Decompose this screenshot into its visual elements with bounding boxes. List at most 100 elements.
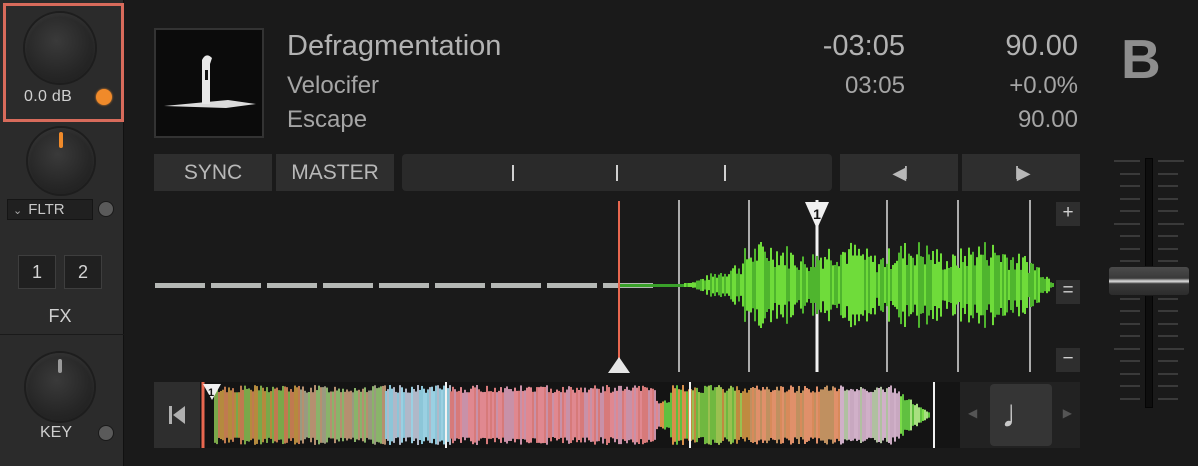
waveform-bar (1036, 267, 1038, 303)
sync-button[interactable]: SYNC (154, 154, 272, 191)
overview-bar (902, 394, 904, 436)
waveform-bar (1026, 262, 1028, 308)
overview-bar (562, 386, 564, 444)
overview-bar (846, 389, 848, 441)
overview-bar (498, 390, 500, 440)
overview-bar (496, 392, 498, 438)
fader-tick (1158, 297, 1178, 300)
fader-handle[interactable] (1108, 266, 1190, 296)
fx-unit-1-button[interactable]: 1 (18, 255, 56, 289)
waveform-bar (826, 259, 828, 311)
waveform-bar (726, 276, 728, 294)
overview-bar (460, 387, 462, 443)
overview-bar (332, 391, 334, 439)
filter-on-button[interactable] (98, 201, 114, 217)
stripe-waveform[interactable]: 1 (154, 197, 1054, 375)
overview-bar (302, 386, 304, 444)
waveform-bar (1052, 283, 1054, 287)
overview-bar (320, 387, 322, 443)
waveform-bar (998, 255, 1000, 315)
cue-slot-button[interactable]: ♩ (990, 384, 1052, 446)
waveform-bar (936, 249, 938, 321)
overview-bar (726, 390, 728, 440)
overview-bar (824, 387, 826, 443)
fader-tick (1158, 260, 1178, 262)
chevron-left-icon[interactable]: ◀ (968, 406, 977, 420)
overview-bar (644, 387, 646, 443)
gain-knob[interactable] (25, 13, 95, 83)
track-overview[interactable]: 1 (200, 382, 960, 448)
tempo-fader[interactable] (1108, 150, 1190, 420)
overview-bar (890, 385, 892, 445)
filter-select[interactable]: ⌄ FLTR (7, 199, 93, 220)
overview-bar (854, 391, 856, 439)
fader-tick (1158, 385, 1178, 387)
waveform-bar (876, 272, 878, 298)
overview-bar (488, 391, 490, 439)
zoom-in-button[interactable]: + (1056, 202, 1080, 226)
jump-to-start-button[interactable] (154, 382, 200, 448)
overview-bar (908, 399, 910, 431)
zoom-out-button[interactable]: − (1056, 348, 1080, 372)
overview-bar (862, 388, 864, 442)
overview-bar (564, 392, 566, 438)
waveform-bar (860, 255, 862, 315)
overview-bar (292, 391, 294, 439)
time-remaining[interactable]: -03:05 (823, 30, 905, 63)
overview-bar (437, 385, 439, 445)
fx-unit-2-button[interactable]: 2 (64, 255, 102, 289)
overview-bar (316, 390, 318, 440)
cue-point-number: 1 (813, 206, 821, 222)
overview-bar (421, 385, 423, 445)
master-button[interactable]: MASTER (276, 154, 394, 191)
overview-bar (380, 386, 382, 444)
overview-bar (358, 389, 360, 441)
overview-bar (898, 391, 900, 439)
overview-bar (670, 392, 672, 438)
deck-letter[interactable]: B (1121, 27, 1161, 91)
waveform-bar (1000, 261, 1002, 309)
waveform-bar (1048, 278, 1050, 292)
waveform-bar (796, 267, 798, 303)
overview-bar (248, 388, 250, 442)
overview-bar (722, 389, 724, 441)
key-lock-button[interactable] (98, 425, 114, 441)
overview-bar (804, 386, 806, 444)
waveform-bar (926, 245, 928, 325)
gain-indicator-led[interactable] (96, 89, 112, 105)
overview-bar (409, 392, 411, 438)
overview-bar (914, 405, 916, 425)
waveform-bar (619, 284, 694, 287)
filter-knob-pointer (59, 132, 63, 148)
overview-bar (230, 390, 232, 440)
overview-bar (314, 385, 316, 445)
zoom-reset-button[interactable]: = (1056, 280, 1080, 304)
overview-bar (480, 391, 482, 439)
overview-bar (856, 389, 858, 441)
overview-bar (652, 388, 654, 442)
fader-tick (1120, 247, 1140, 250)
overview-bar (860, 387, 862, 443)
filter-knob[interactable] (28, 128, 94, 194)
waveform-bar (758, 244, 760, 326)
overview-bar (764, 389, 766, 441)
waveform-bar (828, 248, 830, 322)
overview-bar (500, 387, 502, 443)
waveform-bar (898, 252, 900, 318)
chevron-right-icon[interactable]: ▶ (1063, 406, 1072, 420)
overview-bar (850, 388, 852, 442)
overview-bar (348, 391, 350, 439)
waveform-bar (1050, 282, 1052, 288)
fader-tick (1114, 222, 1140, 225)
overview-bar (542, 386, 544, 444)
overview-bar (578, 390, 580, 440)
waveform-bar (1046, 276, 1048, 294)
overview-bar (768, 389, 770, 441)
beatjump-back-button[interactable]: ◀Ⅰ (840, 154, 958, 191)
overview-bar (566, 389, 568, 441)
key-knob[interactable] (26, 353, 94, 421)
beatjump-forward-button[interactable]: Ⅰ▶ (962, 154, 1080, 191)
waveform-bar (952, 254, 954, 316)
overview-bar (423, 388, 425, 442)
waveform-bar (970, 254, 972, 316)
